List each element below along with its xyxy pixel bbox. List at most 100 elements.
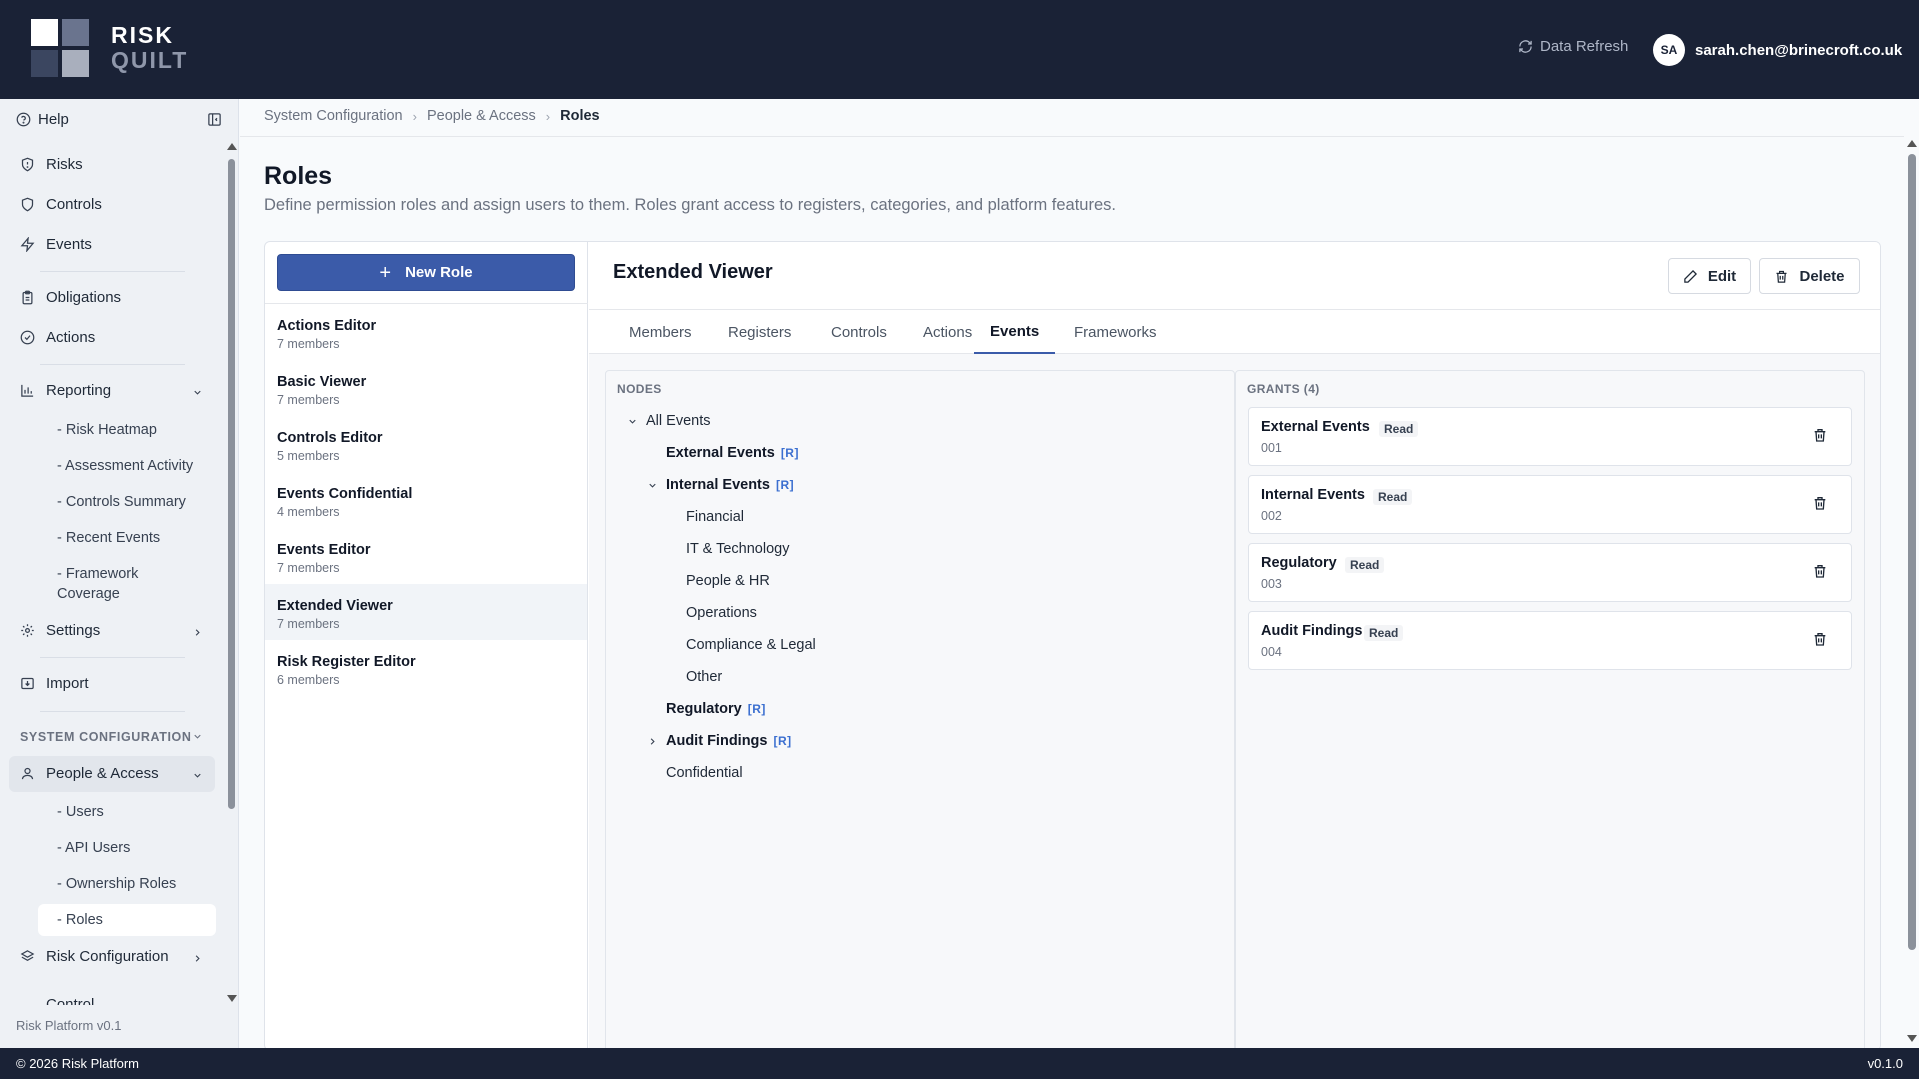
help-label: Help [38,111,69,128]
tab-registers[interactable]: Registers [712,310,807,354]
grant-row: External Events Read 001 [1248,407,1852,466]
main-scroll-up[interactable] [1907,140,1917,147]
delete-button[interactable]: Delete [1759,258,1860,294]
page-description: Define permission roles and assign users… [264,196,1116,214]
tree-node-other[interactable]: Other [686,669,722,685]
nav-divider [40,271,185,272]
tab-frameworks[interactable]: Frameworks [1058,310,1173,354]
breadcrumb-people-access[interactable]: People & Access [427,108,536,124]
user-menu[interactable]: SA sarah.chen@brinecroft.co.uk [1653,34,1902,66]
tab-controls[interactable]: Controls [815,310,903,354]
platform-version: Risk Platform v0.1 [16,1018,122,1033]
sidebar-item-risk-configuration[interactable]: Risk Configuration [20,948,169,965]
chevron-down-icon[interactable] [647,480,658,491]
trash-icon[interactable] [1812,427,1828,443]
chevron-right-icon[interactable] [647,736,658,747]
sidebar-subitem-risk-heatmap[interactable]: - Risk Heatmap [57,420,157,440]
sidebar-item-obligations[interactable]: Obligations [20,289,121,306]
grant-level-badge: Read [1364,625,1404,641]
role-item-selected[interactable]: Extended Viewer 7 members [265,584,587,640]
shield-outline-icon [21,197,34,212]
trash-icon[interactable] [1812,563,1828,579]
tree-node-financial[interactable]: Financial [686,509,744,525]
role-item[interactable]: Events Confidential 4 members [265,472,587,528]
sidebar-scrollbar[interactable] [228,159,235,809]
tree-node-compliance-legal[interactable]: Compliance & Legal [686,637,816,653]
tree-node-people-hr[interactable]: People & HR [686,573,770,589]
trash-icon[interactable] [1812,495,1828,511]
main-scroll-down[interactable] [1907,1035,1917,1042]
sidebar-item-people-access[interactable]: People & Access [20,765,159,782]
grant-row: Regulatory Read 003 [1248,543,1852,602]
role-item[interactable]: Controls Editor 5 members [265,416,587,472]
sidebar-item-import[interactable]: Import [20,675,89,692]
role-item[interactable]: Basic Viewer 7 members [265,360,587,416]
chevron-down-icon[interactable] [192,387,203,398]
sidebar-subitem-recent-events[interactable]: - Recent Events [57,528,160,548]
breadcrumb-separator-icon: › [545,108,551,124]
sidebar-subitem-framework-coverage[interactable]: - Framework Coverage [57,564,138,604]
sidebar-item-reporting[interactable]: Reporting [20,382,111,399]
check-circle-icon [20,330,35,345]
tree-node-operations[interactable]: Operations [686,605,757,621]
chevron-down-icon[interactable] [192,731,203,742]
layers-icon [20,950,35,961]
role-item[interactable]: Actions Editor 7 members [265,304,587,360]
sidebar-item-risks[interactable]: Risks [20,156,83,173]
footer: © 2026 Risk Platform v0.1.0 [0,1048,1919,1079]
breadcrumb-system-configuration[interactable]: System Configuration [264,108,403,124]
breadcrumb: System Configuration › People & Access ›… [264,108,600,124]
clipboard-icon [22,290,33,305]
sidebar-item-settings[interactable]: Settings [20,622,100,639]
sidebar-subitem-controls-summary[interactable]: - Controls Summary [57,492,186,512]
read-grant-tag: [R] [773,734,792,748]
role-detail-header: Extended Viewer Edit Delete [589,242,1880,310]
app-logo[interactable]: RISK QUILT [31,19,188,77]
sidebar-item-actions[interactable]: Actions [20,329,95,346]
tree-node-internal-events[interactable]: Internal Events [R] [649,477,794,493]
sidebar-subitem-users[interactable]: - Users [57,802,104,822]
user-icon [21,767,34,780]
sidebar-collapse-icon[interactable] [207,112,222,127]
help-link[interactable]: Help [16,111,69,128]
lightning-icon [20,237,35,252]
role-detail-panel: Extended Viewer Edit Delete Members Regi… [589,242,1880,1050]
trash-icon [1776,270,1787,283]
chevron-down-icon[interactable] [627,416,638,427]
avatar: SA [1653,34,1685,66]
sidebar-scroll-up[interactable] [227,143,237,150]
nodes-heading: NODES [617,382,662,396]
new-role-button[interactable]: + New Role [277,254,575,291]
trash-icon[interactable] [1812,631,1828,647]
gear-icon [21,624,34,637]
plus-icon: + [379,261,392,284]
grant-row: Audit Findings Read 004 [1248,611,1852,670]
sidebar-subitem-roles[interactable]: - Roles [57,910,103,930]
tree-node-external-events[interactable]: External Events [R] [666,445,799,461]
data-refresh-button[interactable]: Data Refresh [1518,38,1628,55]
tab-events[interactable]: Events [974,310,1056,354]
tree-node-regulatory[interactable]: Regulatory [R] [666,701,766,717]
sidebar-subitem-api-users[interactable]: - API Users [57,838,130,858]
roles-list-panel: + New Role Actions Editor 7 members Basi… [265,242,588,1050]
main-scrollbar[interactable] [1908,154,1916,950]
tree-node-confidential[interactable]: Confidential [666,765,743,781]
tree-node-it-technology[interactable]: IT & Technology [686,541,789,557]
tree-node-all-events[interactable]: All Events [629,413,710,429]
sidebar-item-control[interactable]: Control [20,988,94,1005]
chevron-right-icon[interactable] [192,627,203,638]
chevron-down-icon[interactable] [192,770,203,781]
tab-members[interactable]: Members [613,310,708,354]
sidebar-item-events[interactable]: Events [20,236,92,253]
chevron-right-icon[interactable] [192,953,203,964]
role-item[interactable]: Risk Register Editor 6 members [265,640,587,696]
sidebar-subitem-ownership-roles[interactable]: - Ownership Roles [57,874,176,894]
edit-button[interactable]: Edit [1668,258,1751,294]
role-item[interactable]: Events Editor 7 members [265,528,587,584]
tree-node-audit-findings[interactable]: Audit Findings [R] [650,733,792,749]
top-bar: RISK QUILT Data Refresh SA sarah.chen@br… [0,0,1919,99]
sidebar-subitem-assessment-activity[interactable]: - Assessment Activity [57,456,193,476]
sidebar-scroll-down[interactable] [227,995,237,1002]
sidebar-item-controls[interactable]: Controls [20,196,102,213]
nav-divider [40,364,185,365]
